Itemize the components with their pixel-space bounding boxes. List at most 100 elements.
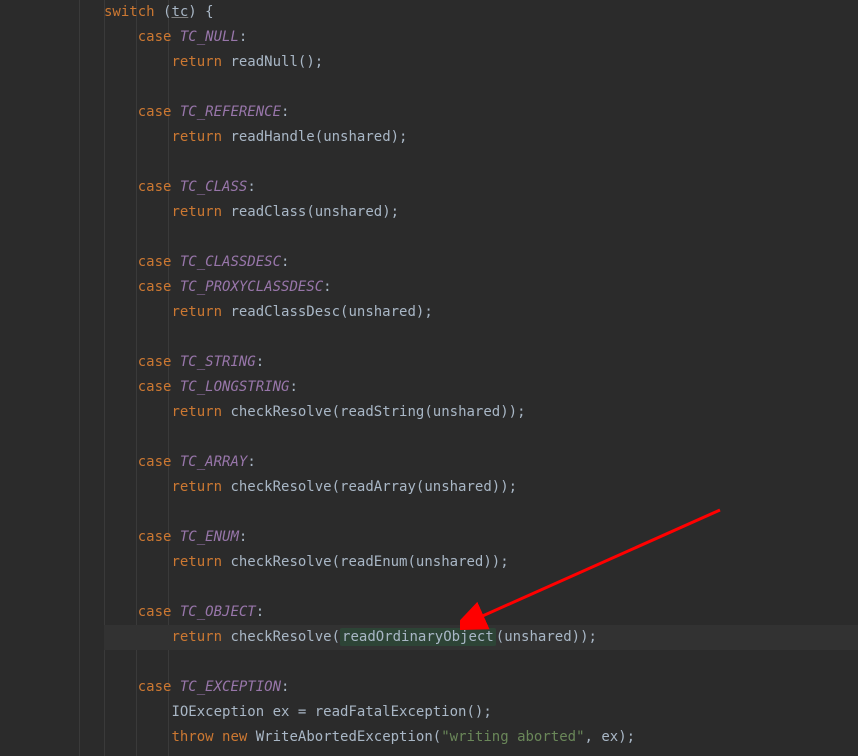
punct: ) { [188, 4, 213, 20]
method-readhandle: readHandle [230, 129, 314, 145]
type-ioexception: IOException [171, 704, 264, 720]
keyword-case: case [138, 254, 172, 270]
const-tc-exception: TC_EXCEPTION [180, 679, 281, 695]
punct: : [239, 29, 247, 45]
code-line[interactable]: case TC_CLASSDESC: [104, 250, 858, 275]
punct: ); [416, 304, 433, 320]
keyword-switch: switch [104, 4, 155, 20]
keyword-return: return [171, 404, 222, 420]
code-line[interactable]: case TC_ARRAY: [104, 450, 858, 475]
code-line[interactable]: return readClassDesc(unshared); [104, 300, 858, 325]
punct: ); [475, 704, 492, 720]
code-line-blank[interactable] [104, 650, 858, 675]
param-unshared: unshared [323, 129, 390, 145]
keyword-case: case [138, 604, 172, 620]
punct: ( [332, 629, 340, 645]
const-tc-proxyclassdesc: TC_PROXYCLASSDESC [180, 279, 323, 295]
punct: : [247, 179, 255, 195]
var-ex: ex [273, 704, 290, 720]
punct: ( [332, 479, 340, 495]
code-line[interactable]: return readClass(unshared); [104, 200, 858, 225]
code-line[interactable]: case TC_REFERENCE: [104, 100, 858, 125]
punct: = [289, 704, 314, 720]
code-line[interactable]: return checkResolve(readEnum(unshared)); [104, 550, 858, 575]
punct: ( [155, 4, 172, 20]
const-tc-array: TC_ARRAY [180, 454, 247, 470]
code-line[interactable]: return readHandle(unshared); [104, 125, 858, 150]
punct: ( [332, 554, 340, 570]
punct: )); [483, 554, 508, 570]
method-readarray: readArray [340, 479, 416, 495]
code-line[interactable]: case TC_OBJECT: [104, 600, 858, 625]
const-tc-reference: TC_REFERENCE [180, 104, 281, 120]
code-line[interactable]: case TC_STRING: [104, 350, 858, 375]
punct: ); [382, 204, 399, 220]
code-line[interactable]: case TC_NULL: [104, 25, 858, 50]
punct: ); [618, 729, 635, 745]
punct: : [247, 454, 255, 470]
punct: : [281, 679, 289, 695]
code-line[interactable]: return checkResolve(readString(unshared)… [104, 400, 858, 425]
method-readclass: readClass [230, 204, 306, 220]
keyword-case: case [138, 29, 172, 45]
const-tc-null: TC_NULL [180, 29, 239, 45]
string-writing-aborted: "writing aborted" [441, 729, 584, 745]
punct: ( [306, 204, 314, 220]
code-line-blank[interactable] [104, 575, 858, 600]
code-line[interactable]: IOException ex = readFatalException(); [104, 700, 858, 725]
const-tc-enum: TC_ENUM [180, 529, 239, 545]
code-line[interactable]: case TC_EXCEPTION: [104, 675, 858, 700]
method-readenum: readEnum [340, 554, 407, 570]
const-tc-object: TC_OBJECT [180, 604, 256, 620]
code-line-blank[interactable] [104, 325, 858, 350]
code-line[interactable]: throw new WriteAbortedException("writing… [104, 725, 858, 750]
keyword-case: case [138, 679, 172, 695]
keyword-case: case [138, 454, 172, 470]
punct: )); [492, 479, 517, 495]
punct: ); [306, 54, 323, 70]
punct: : [239, 529, 247, 545]
method-readclassdesc: readClassDesc [230, 304, 340, 320]
method-checkresolve: checkResolve [230, 554, 331, 570]
code-line-highlighted[interactable]: return checkResolve(readOrdinaryObject(u… [104, 625, 858, 650]
punct: )); [500, 404, 525, 420]
keyword-case: case [138, 354, 172, 370]
code-line-blank[interactable] [104, 150, 858, 175]
method-checkresolve: checkResolve [230, 629, 331, 645]
code-line[interactable]: case TC_ENUM: [104, 525, 858, 550]
code-line-blank[interactable] [104, 75, 858, 100]
keyword-case: case [138, 104, 172, 120]
code-line[interactable]: switch (tc) { [104, 0, 858, 25]
code-area[interactable]: switch (tc) { case TC_NULL: return readN… [80, 0, 858, 756]
code-line-blank[interactable] [104, 225, 858, 250]
punct: : [281, 254, 289, 270]
code-line[interactable]: case TC_LONGSTRING: [104, 375, 858, 400]
code-line-blank[interactable] [104, 500, 858, 525]
const-tc-classdesc: TC_CLASSDESC [180, 254, 281, 270]
method-readordinaryobject-highlight: readOrdinaryObject [340, 628, 496, 646]
variable-tc: tc [171, 4, 188, 20]
param-unshared: unshared [504, 629, 571, 645]
punct: : [281, 104, 289, 120]
keyword-case: case [138, 279, 172, 295]
keyword-return: return [171, 204, 222, 220]
punct: ( [332, 404, 340, 420]
method-checkresolve: checkResolve [230, 404, 331, 420]
keyword-case: case [138, 379, 172, 395]
code-line[interactable]: case TC_CLASS: [104, 175, 858, 200]
punct: : [289, 379, 297, 395]
code-line[interactable]: return checkResolve(readArray(unshared))… [104, 475, 858, 500]
code-editor[interactable]: switch (tc) { case TC_NULL: return readN… [0, 0, 858, 756]
punct: ( [315, 129, 323, 145]
keyword-return: return [171, 629, 222, 645]
code-line[interactable]: return readNull(); [104, 50, 858, 75]
method-readnull: readNull [230, 54, 297, 70]
keyword-new: new [222, 729, 247, 745]
keyword-case: case [138, 529, 172, 545]
punct: , [585, 729, 602, 745]
punct: ( [424, 404, 432, 420]
editor-gutter [0, 0, 80, 756]
keyword-return: return [171, 129, 222, 145]
code-line-blank[interactable] [104, 425, 858, 450]
code-line[interactable]: case TC_PROXYCLASSDESC: [104, 275, 858, 300]
